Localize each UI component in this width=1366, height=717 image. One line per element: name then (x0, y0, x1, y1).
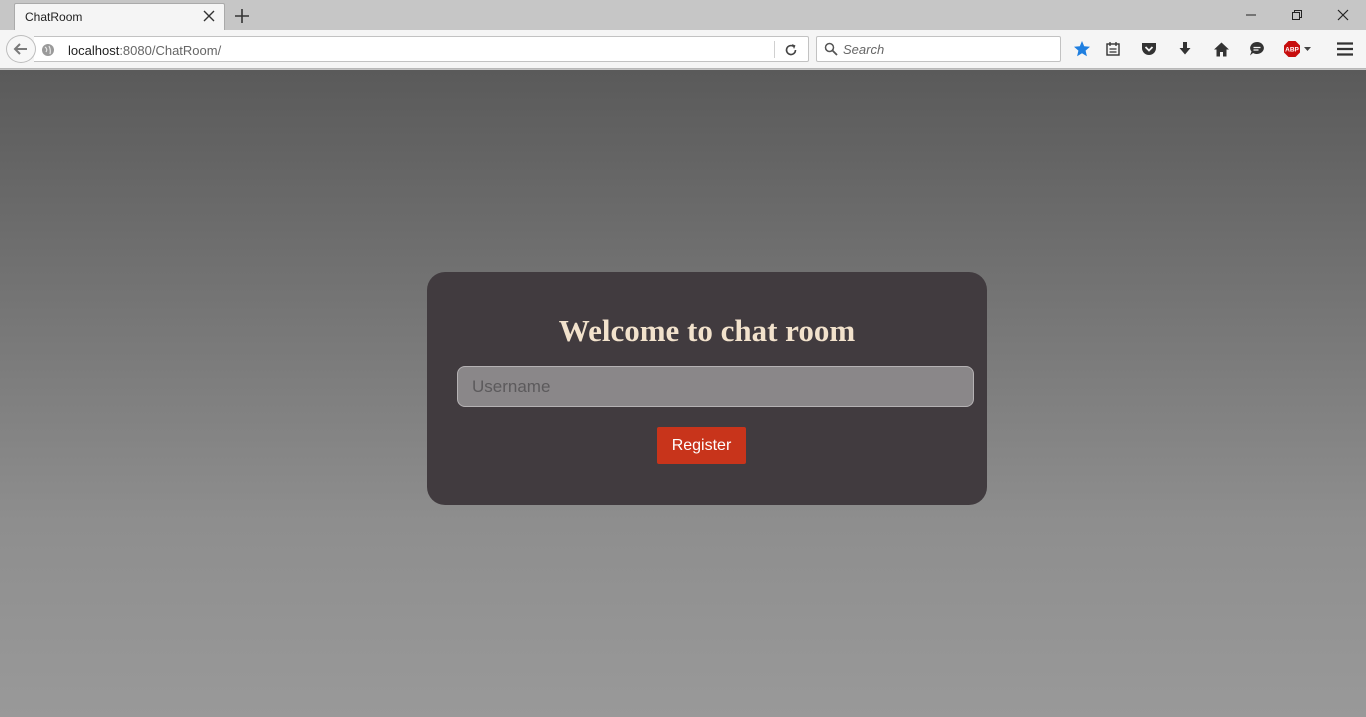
page-title: Welcome to chat room (558, 313, 856, 348)
new-tab-icon[interactable] (233, 7, 251, 25)
minimize-button[interactable] (1228, 0, 1274, 30)
url-bar[interactable]: localhost:8080/ChatRoom/ (34, 36, 809, 62)
close-window-button[interactable] (1320, 0, 1366, 30)
pocket-icon (1142, 43, 1156, 55)
reload-icon[interactable] (782, 41, 800, 59)
downloads-button[interactable] (1174, 38, 1196, 60)
reading-list-button[interactable] (1102, 38, 1124, 60)
home-icon (1213, 42, 1229, 56)
bookmark-star-icon (1074, 41, 1090, 57)
url-divider (774, 41, 775, 58)
page-viewport: Welcome to chat room Register (0, 70, 1366, 717)
download-icon (1179, 42, 1191, 55)
pocket-button[interactable] (1138, 38, 1160, 60)
menu-button[interactable] (1334, 38, 1356, 60)
menu-icon (1337, 42, 1353, 56)
search-icon (824, 42, 838, 56)
adblock-label: ABP (1285, 47, 1299, 54)
minimize-icon (1246, 14, 1256, 16)
site-info-icon[interactable] (41, 43, 55, 57)
navigation-bar: localhost:8080/ChatRoom/ Search ABP (0, 30, 1366, 69)
login-card: Welcome to chat room Register (427, 272, 987, 505)
tab-strip: ChatRoom (0, 0, 1366, 30)
back-button[interactable] (6, 35, 36, 63)
close-icon (1337, 9, 1349, 21)
home-button[interactable] (1210, 38, 1232, 60)
search-input[interactable] (843, 38, 1055, 60)
chat-button[interactable] (1246, 38, 1268, 60)
tab-chatroom[interactable]: ChatRoom (14, 3, 225, 30)
chat-icon (1250, 42, 1264, 56)
restore-icon (1292, 10, 1302, 20)
close-tab-icon[interactable] (202, 9, 216, 23)
search-bar[interactable] (816, 36, 1061, 62)
register-button[interactable]: Register (657, 427, 746, 464)
url-path: :8080/ChatRoom/ (119, 43, 222, 58)
adblock-icon: ABP (1284, 41, 1311, 57)
bookmark-button[interactable] (1071, 38, 1093, 60)
adblock-button[interactable]: ABP (1283, 38, 1313, 60)
url-host: localhost (68, 43, 120, 58)
restore-button[interactable] (1274, 0, 1320, 30)
back-arrow-icon (13, 43, 27, 55)
reading-list-icon (1106, 42, 1120, 56)
url-text[interactable]: localhost:8080/ChatRoom/ (68, 43, 221, 58)
tab-title: ChatRoom (25, 10, 83, 24)
username-input[interactable] (457, 366, 974, 407)
